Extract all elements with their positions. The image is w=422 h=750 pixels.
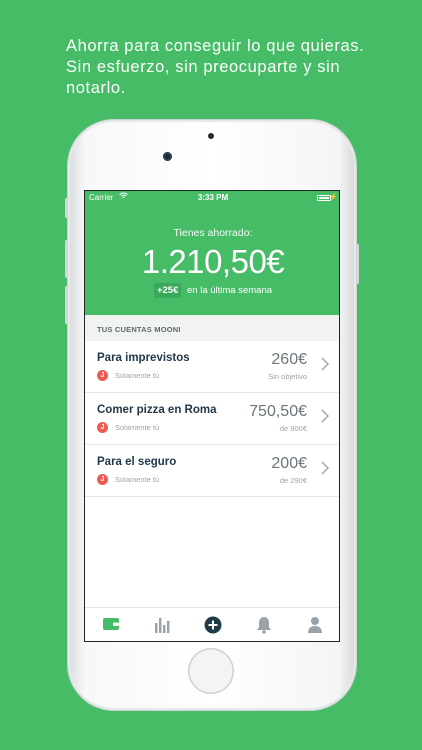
owner-label: Solamente tú — [115, 371, 160, 380]
account-goal: de 290€ — [279, 476, 307, 485]
weekly-label: en la última semana — [187, 285, 273, 296]
account-name: Para imprevistos — [97, 352, 190, 364]
phone-frame: Carrier 3:33 PM ⚡ Tienes ahorrado: 1.210… — [65, 120, 359, 710]
owner-avatar: J — [97, 422, 108, 433]
mute-switch — [65, 198, 68, 218]
wallet-icon — [102, 618, 119, 630]
home-button[interactable] — [188, 648, 234, 694]
account-amount: 260€ — [271, 351, 307, 368]
bell-icon — [256, 617, 271, 634]
account-row[interactable]: Para el seguro J Solamente tú 200€ de 29… — [85, 445, 339, 497]
volume-up-button — [65, 240, 68, 278]
stats-icon — [154, 618, 169, 633]
tab-stats[interactable] — [136, 608, 187, 641]
status-time: 3:33 PM — [197, 193, 229, 202]
account-amount: 200€ — [271, 455, 307, 472]
tab-profile[interactable] — [289, 608, 339, 641]
earpiece-dot — [208, 133, 214, 139]
savings-header: Carrier 3:33 PM ⚡ Tienes ahorrado: 1.210… — [85, 191, 339, 315]
owner-avatar: J — [97, 474, 108, 485]
tab-bar — [85, 607, 339, 641]
account-goal: de 900€ — [279, 424, 307, 433]
chevron-right-icon — [321, 407, 330, 428]
account-name: Para el seguro — [97, 456, 177, 468]
owner-avatar: J — [97, 370, 108, 381]
volume-down-button — [65, 286, 68, 324]
account-row[interactable]: Para imprevistos J Solamente tú 260€ Sin… — [85, 341, 339, 393]
front-camera — [163, 152, 172, 161]
account-goal: Sin objetivo — [268, 372, 307, 381]
account-row[interactable]: Comer pizza en Roma J Solamente tú 750,5… — [85, 393, 339, 445]
tab-wallet[interactable] — [85, 608, 136, 641]
power-button — [356, 244, 359, 284]
add-icon — [204, 616, 221, 634]
weekly-summary: +25€ en la última semana — [85, 283, 339, 298]
status-bar: Carrier 3:33 PM ⚡ — [85, 192, 339, 205]
saved-amount: 1.210,50€ — [141, 243, 285, 280]
chevron-right-icon — [321, 459, 330, 480]
saved-label: Tienes ahorrado: — [173, 227, 253, 239]
accounts-section-header: TUS CUENTAS MOONI — [85, 315, 339, 341]
account-amount: 750,50€ — [249, 403, 307, 420]
owner-label: Solamente tú — [115, 475, 160, 484]
tab-add[interactable] — [187, 608, 238, 641]
chevron-right-icon — [321, 355, 330, 376]
charging-icon: ⚡ — [329, 194, 338, 201]
owner-label: Solamente tú — [115, 423, 160, 432]
app-screen: Carrier 3:33 PM ⚡ Tienes ahorrado: 1.210… — [84, 190, 340, 642]
weekly-change-badge: +25€ — [153, 283, 182, 298]
profile-icon — [307, 617, 322, 633]
tab-notifications[interactable] — [238, 608, 289, 641]
account-name: Comer pizza en Roma — [97, 404, 217, 416]
promo-text: Ahorra para conseguir lo que quieras. Si… — [66, 37, 365, 97]
